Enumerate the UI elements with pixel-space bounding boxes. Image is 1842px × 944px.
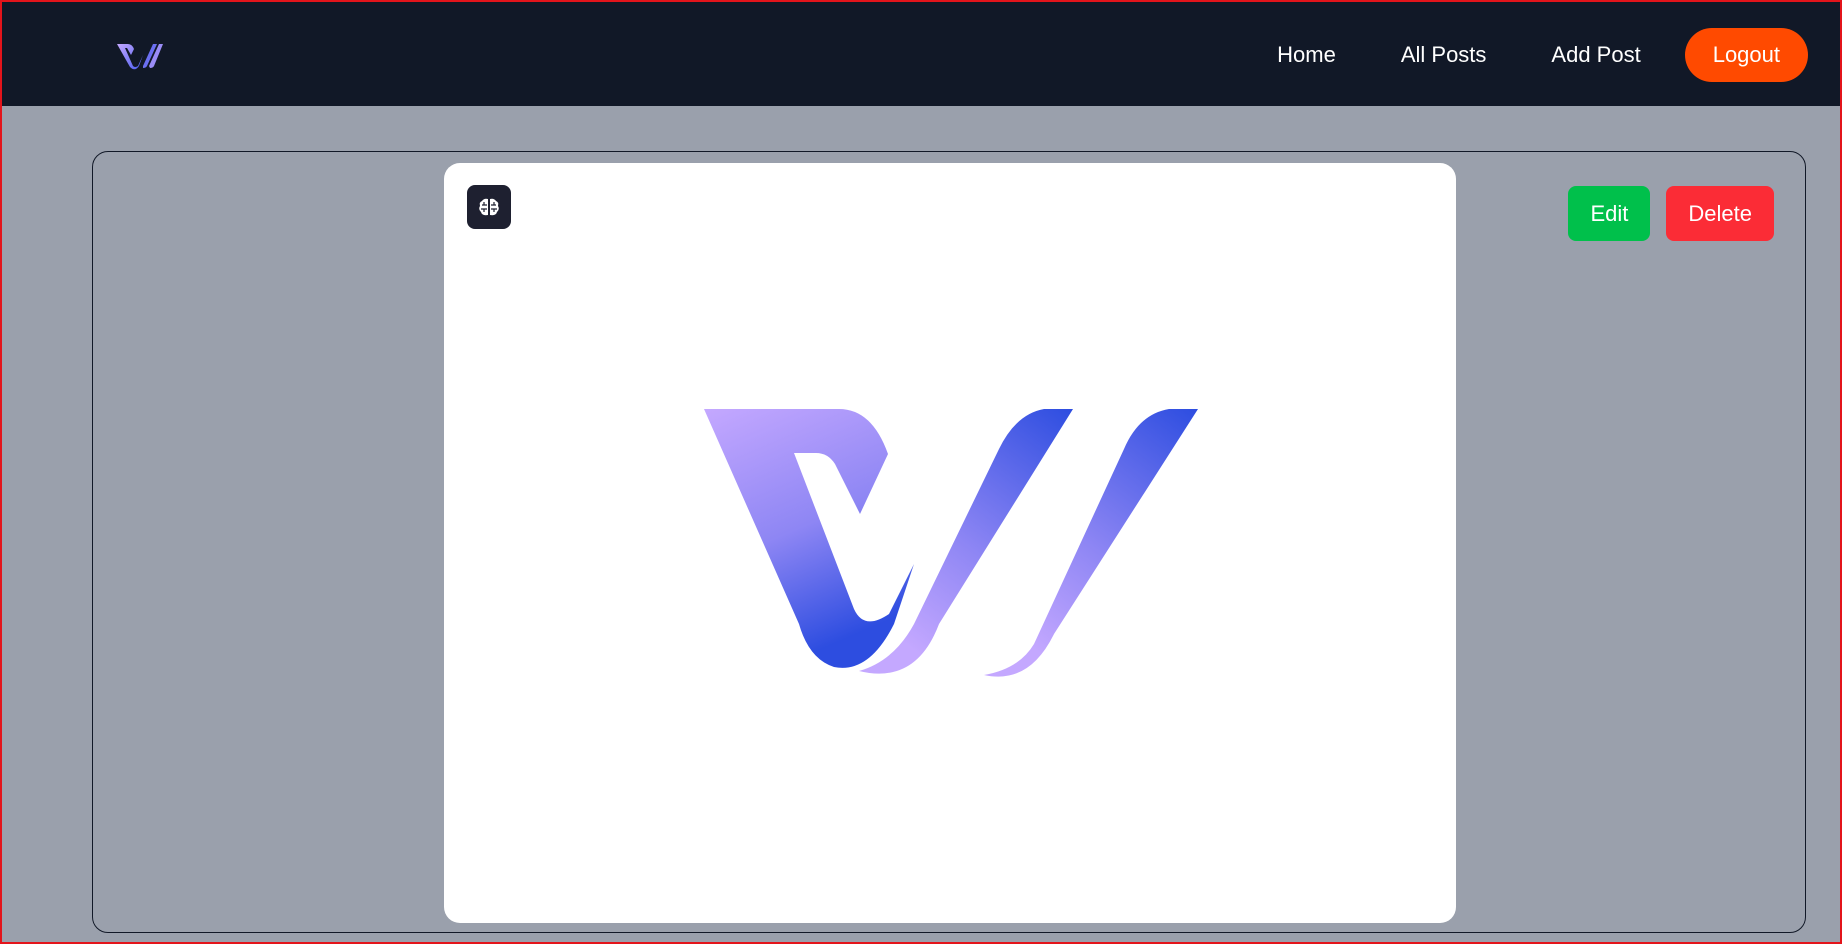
top-navbar: Home All Posts Add Post Logout	[2, 2, 1840, 106]
brain-icon[interactable]	[467, 185, 511, 229]
brand-logo-icon[interactable]	[117, 40, 163, 70]
nav-add-post-link[interactable]: Add Post	[1551, 42, 1640, 68]
nav-home-link[interactable]: Home	[1277, 42, 1336, 68]
nav-all-posts-link[interactable]: All Posts	[1401, 42, 1487, 68]
main-nav: Home All Posts Add Post Logout	[1277, 28, 1808, 82]
post-image-logo	[704, 409, 1200, 683]
delete-button[interactable]: Delete	[1666, 186, 1774, 241]
edit-button[interactable]: Edit	[1568, 186, 1651, 241]
logout-button[interactable]: Logout	[1684, 28, 1808, 82]
post-actions: Edit Delete	[1568, 186, 1774, 241]
post-image-frame	[444, 163, 1456, 923]
